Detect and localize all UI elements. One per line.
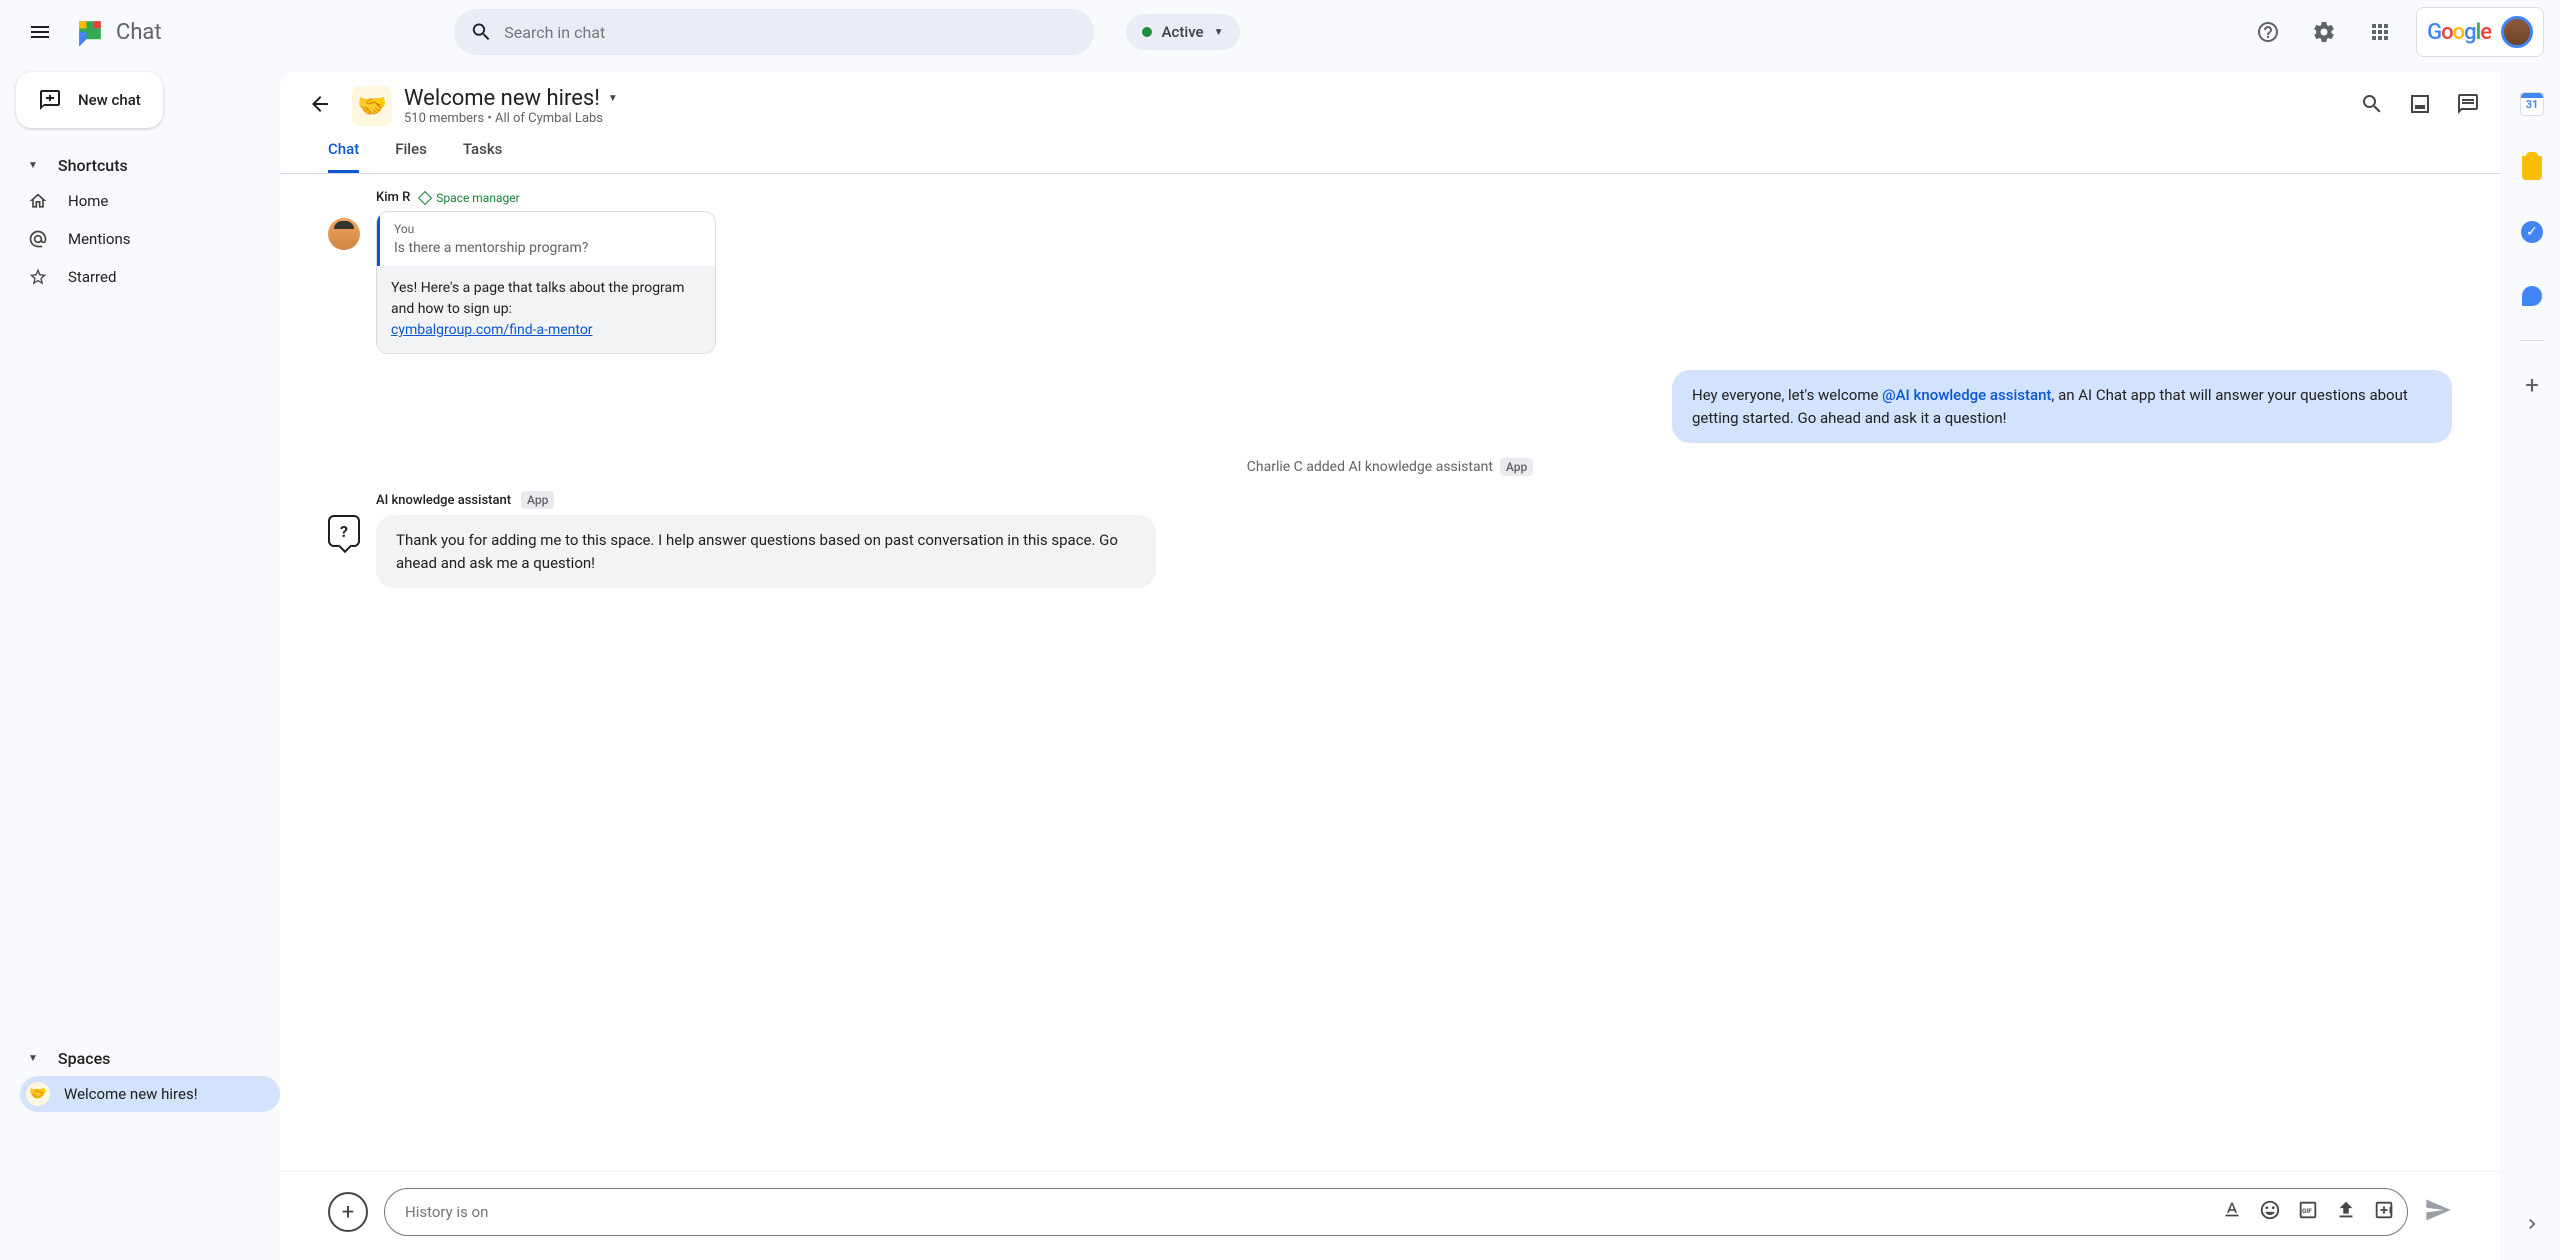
message-author: AI knowledge assistant [376, 493, 511, 508]
nav-home[interactable]: Home [24, 183, 280, 219]
settings-button[interactable] [2304, 12, 2344, 52]
tasks-icon: ✓ [2521, 221, 2543, 243]
main-menu-button[interactable] [16, 8, 64, 56]
tasks-app-button[interactable]: ✓ [2512, 212, 2552, 252]
tab-tasks[interactable]: Tasks [463, 140, 503, 173]
tab-files[interactable]: Files [395, 140, 427, 173]
diamond-icon [418, 190, 432, 204]
space-title-dropdown[interactable]: Welcome new hires! ▼ [404, 86, 618, 111]
main-content: 🤝 Welcome new hires! ▼ 510 members • All… [280, 72, 2500, 1260]
tab-chat[interactable]: Chat [328, 140, 359, 173]
calendar-icon: 31 [2520, 92, 2544, 116]
keep-icon [2522, 156, 2542, 180]
avatar-kim [328, 218, 360, 250]
sidebar: New chat ▼ Shortcuts Home Mentions Starr… [0, 64, 280, 1260]
space-subtitle: 510 members • All of Cymbal Labs [404, 111, 618, 126]
quote-author: You [394, 222, 701, 236]
new-chat-icon [38, 88, 62, 112]
user-avatar [2501, 16, 2533, 48]
handshake-icon: 🤝 [26, 1082, 50, 1106]
chevron-down-icon: ▼ [1214, 27, 1224, 38]
chevron-down-icon: ▼ [608, 93, 618, 104]
add-addon-button[interactable]: + [2512, 365, 2552, 405]
contacts-icon [2522, 286, 2542, 306]
search-icon [470, 20, 493, 44]
add-attachment-button[interactable]: + [328, 1192, 368, 1232]
nav-starred[interactable]: Starred [24, 259, 280, 295]
status-selector[interactable]: Active ▼ [1126, 14, 1240, 50]
space-avatar: 🤝 [352, 86, 392, 126]
search-input[interactable] [504, 23, 1077, 42]
status-dot-icon [1142, 27, 1152, 37]
quote-text: Is there a mentorship program? [394, 240, 701, 256]
app-logo: Chat [72, 14, 162, 50]
search-bar[interactable] [454, 9, 1094, 55]
spaces-section-header[interactable]: ▼ Spaces [24, 1041, 280, 1076]
calendar-app-button[interactable]: 31 [2512, 84, 2552, 124]
threads-button[interactable] [2456, 92, 2480, 120]
space-manager-badge: Space manager [420, 191, 519, 205]
format-button[interactable] [2221, 1199, 2243, 1225]
compose-input[interactable] [405, 1203, 2221, 1221]
reply-link[interactable]: cymbalgroup.com/find-a-mentor [391, 322, 593, 338]
outgoing-message: Hey everyone, let's welcome @AI knowledg… [1672, 370, 2452, 443]
google-logo-text: Google [2427, 19, 2491, 45]
app-badge: App [521, 491, 554, 509]
quoted-reply: You Is there a mentorship program? Yes! … [376, 211, 716, 354]
chat-logo-icon [72, 14, 108, 50]
home-icon [28, 191, 48, 211]
reply-text: Yes! Here's a page that talks about the … [391, 280, 684, 317]
avatar-ai: ? [328, 515, 360, 547]
pop-out-button[interactable] [2408, 92, 2432, 120]
status-label: Active [1162, 23, 1204, 41]
nav-mentions[interactable]: Mentions [24, 221, 280, 257]
new-chat-button[interactable]: New chat [16, 72, 163, 128]
upload-button[interactable] [2335, 1199, 2357, 1225]
google-account-button[interactable]: Google [2416, 7, 2544, 57]
space-item-welcome[interactable]: 🤝 Welcome new hires! [20, 1076, 280, 1112]
gif-button[interactable]: GIF [2297, 1199, 2319, 1225]
help-button[interactable] [2248, 12, 2288, 52]
mention[interactable]: @AI knowledge assistant [1882, 386, 2051, 404]
meet-button[interactable] [2373, 1199, 2395, 1225]
chevron-down-icon: ▼ [28, 160, 38, 171]
space-search-button[interactable] [2360, 92, 2384, 120]
message-author: Kim R [376, 190, 410, 205]
system-message: Charlie C added AI knowledge assistant A… [328, 459, 2452, 475]
back-button[interactable] [300, 84, 340, 128]
new-chat-label: New chat [78, 91, 141, 109]
send-button[interactable] [2424, 1196, 2452, 1228]
app-badge: App [1500, 458, 1533, 476]
emoji-button[interactable] [2259, 1199, 2281, 1225]
keep-app-button[interactable] [2512, 148, 2552, 188]
expand-panel-button[interactable] [2512, 1204, 2552, 1244]
app-name: Chat [116, 20, 162, 45]
svg-text:GIF: GIF [2302, 1207, 2312, 1215]
contacts-app-button[interactable] [2512, 276, 2552, 316]
divider [2520, 340, 2544, 341]
ai-message-text: Thank you for adding me to this space. I… [376, 515, 1156, 588]
apps-grid-button[interactable] [2360, 12, 2400, 52]
star-icon [28, 267, 48, 287]
at-icon [28, 229, 48, 249]
shortcuts-section-header[interactable]: ▼ Shortcuts [24, 148, 280, 183]
side-panel: 31 ✓ + [2504, 64, 2560, 1260]
chevron-down-icon: ▼ [28, 1053, 38, 1064]
